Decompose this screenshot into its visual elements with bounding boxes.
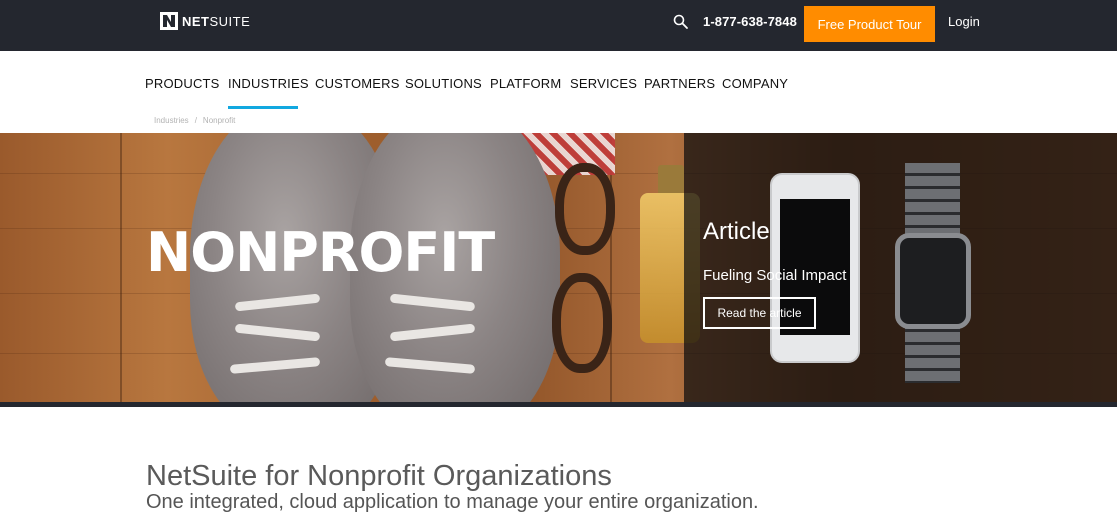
main-nav: PRODUCTS INDUSTRIES CUSTOMERS SOLUTIONS …	[0, 51, 1117, 111]
nav-item-platform[interactable]: PLATFORM	[490, 76, 561, 91]
breadcrumb: Industries / Nonprofit	[154, 116, 235, 125]
breadcrumb-separator: /	[194, 116, 197, 125]
nav-item-products[interactable]: PRODUCTS	[145, 76, 220, 91]
article-title: Fueling Social Impact	[703, 267, 847, 284]
phone-number[interactable]: 1-877-638-7848	[703, 14, 797, 29]
netsuite-logo[interactable]: NETSUITE	[160, 11, 250, 31]
nav-item-solutions[interactable]: SOLUTIONS	[405, 76, 482, 91]
nav-item-industries[interactable]: INDUSTRIES	[228, 76, 309, 91]
nav-item-partners[interactable]: PARTNERS	[644, 76, 715, 91]
hero-background-bottle-cap	[658, 165, 684, 195]
page-heading: NetSuite for Nonprofit Organizations	[146, 460, 612, 492]
hero-bottom-bar	[0, 402, 1117, 407]
hero-background-glasses	[555, 163, 615, 255]
top-bar: NETSUITE 1-877-638-7848 Free Product Tou…	[0, 0, 1117, 51]
hero-title: NONPROFIT	[146, 221, 495, 284]
netsuite-n-logo-icon	[160, 12, 178, 30]
page-subheading: One integrated, cloud application to man…	[146, 491, 759, 513]
login-link[interactable]: Login	[948, 14, 980, 29]
hero-background-watch-face	[895, 233, 971, 329]
article-label: Article	[703, 218, 770, 245]
hero-banner: NONPROFIT Article Fueling Social Impact …	[0, 133, 1117, 402]
nav-item-services[interactable]: SERVICES	[570, 76, 637, 91]
active-nav-indicator	[228, 106, 298, 109]
nav-item-customers[interactable]: CUSTOMERS	[315, 76, 400, 91]
search-icon[interactable]	[672, 13, 690, 31]
hero-background-glasses	[552, 273, 612, 373]
free-product-tour-button[interactable]: Free Product Tour	[804, 6, 935, 42]
breadcrumb-item-nonprofit[interactable]: Nonprofit	[203, 116, 235, 125]
breadcrumb-item-industries[interactable]: Industries	[154, 116, 189, 125]
nav-item-company[interactable]: COMPANY	[722, 76, 788, 91]
read-article-button[interactable]: Read the article	[703, 297, 816, 329]
logo-text: NETSUITE	[182, 13, 251, 29]
